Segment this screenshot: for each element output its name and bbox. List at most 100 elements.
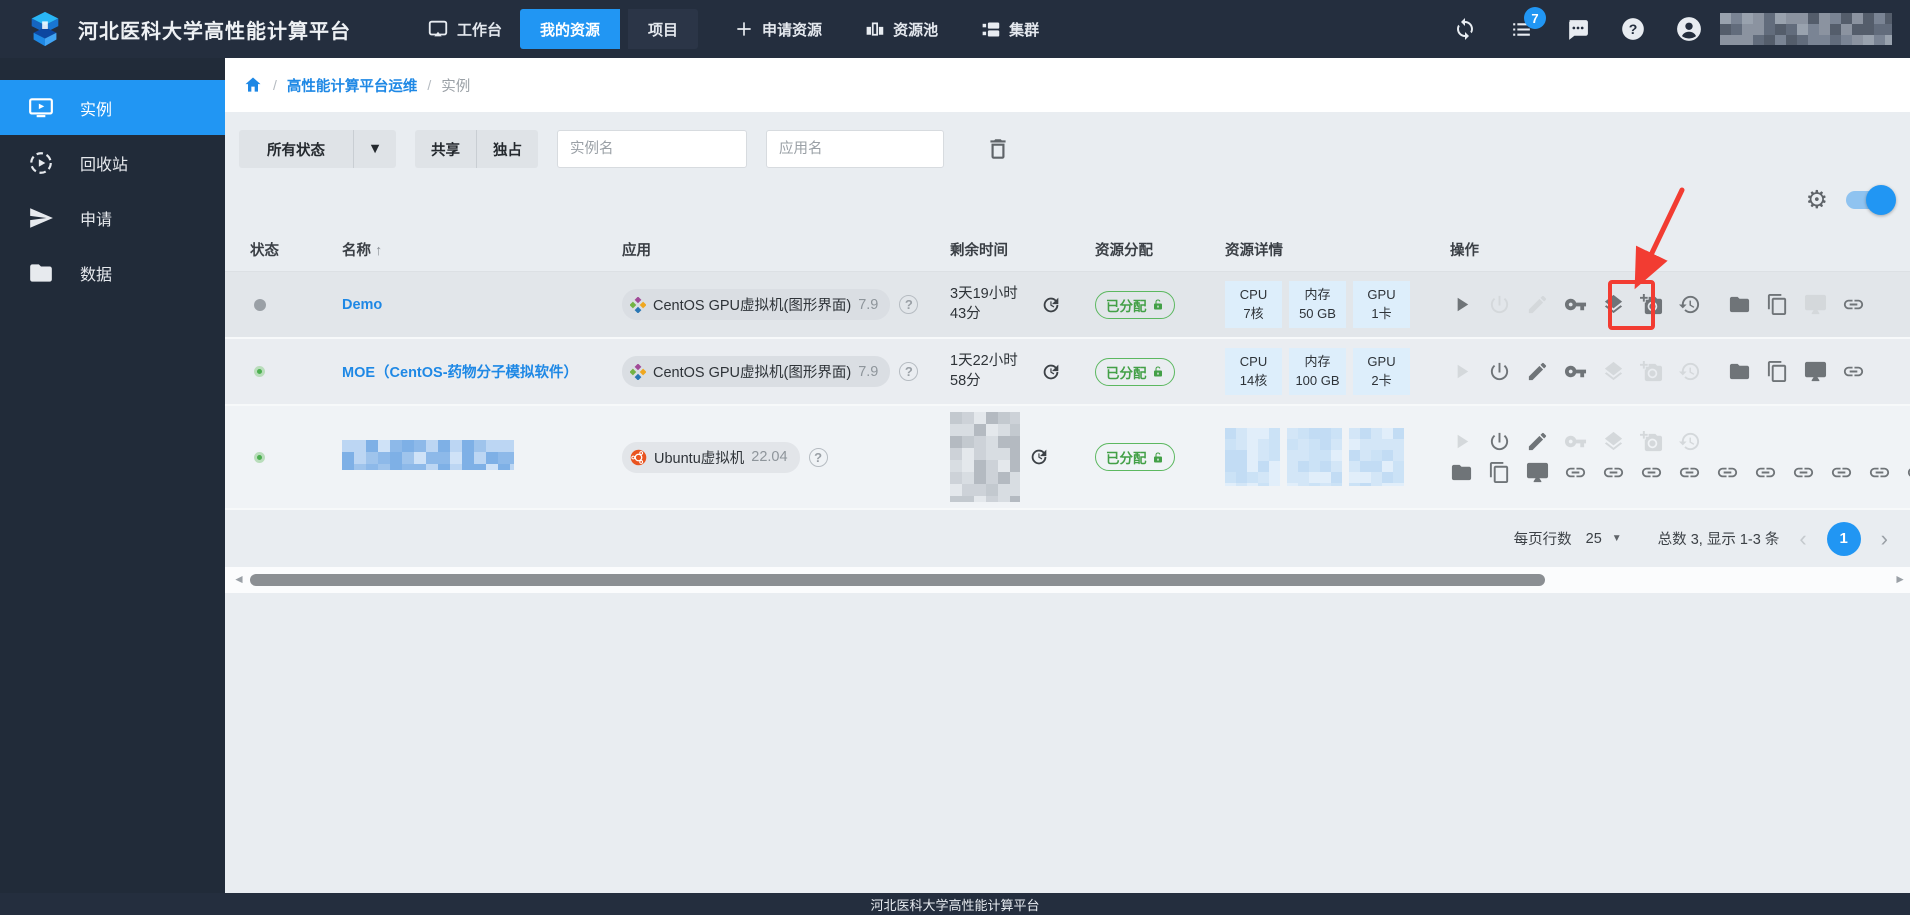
instance-name-input[interactable] — [557, 130, 747, 168]
nav-cluster[interactable]: 集群 — [970, 9, 1049, 50]
sidebar-item-recycle-bin[interactable]: 回收站 — [0, 135, 225, 190]
power-action-icon[interactable] — [1488, 430, 1511, 453]
history-action-icon[interactable] — [1678, 293, 1701, 316]
link-action-icon[interactable] — [1602, 461, 1625, 484]
key-action-icon — [1564, 430, 1587, 453]
instance-name-blurred — [342, 439, 514, 470]
table-row: MOE（CentOS-药物分子模拟软件） CentOS GPU虚拟机(图形界面)… — [225, 339, 1910, 406]
view-toggle-switch[interactable] — [1846, 185, 1896, 215]
sidebar: 实例 回收站 申请 数据 — [0, 58, 225, 893]
history-action-icon — [1678, 430, 1701, 453]
resource-chip: 内存 50 GB — [1289, 280, 1346, 329]
renew-time-icon[interactable] — [1040, 361, 1062, 383]
folder-action-icon[interactable] — [1728, 293, 1751, 316]
col-name[interactable]: 名称 ↑ — [342, 239, 622, 260]
user-avatar[interactable] — [1676, 16, 1702, 42]
prev-page-button[interactable]: ‹ — [1793, 527, 1812, 550]
pagination-bar: 每页行数 25 ▼ 总数 3, 显示 1-3 条 ‹ 1 › — [225, 510, 1910, 567]
link-action-icon[interactable] — [1842, 360, 1865, 383]
nav-my-resources[interactable]: 我的资源 — [520, 9, 621, 49]
rows-per-page-select[interactable]: 25 — [1586, 531, 1602, 547]
sidebar-item-data[interactable]: 数据 — [0, 245, 225, 300]
shared-button[interactable]: 共享 — [415, 130, 476, 168]
lock-icon — [1153, 452, 1162, 462]
edit-action-icon[interactable] — [1526, 430, 1549, 453]
app-help-icon[interactable]: ? — [899, 295, 919, 314]
sidebar-item-apply[interactable]: 申请 — [0, 190, 225, 245]
nav-projects[interactable]: 项目 — [628, 9, 699, 49]
remaining-time: 1天22小时58分 — [950, 352, 1018, 389]
power-action-icon — [1488, 293, 1511, 316]
task-list-button[interactable]: 7 — [1508, 7, 1546, 42]
power-action-icon[interactable] — [1488, 360, 1511, 383]
link-action-icon[interactable] — [1564, 461, 1587, 484]
copy-action-icon[interactable] — [1766, 293, 1789, 316]
link-action-icon[interactable] — [1678, 461, 1701, 484]
allocation-badge: 已分配 — [1095, 357, 1175, 386]
app-help-icon[interactable]: ? — [899, 362, 919, 381]
status-dot-running — [254, 451, 265, 463]
sort-ascending-icon: ↑ — [375, 243, 383, 259]
nav-workbench[interactable]: 工作台 — [417, 8, 512, 50]
key-action-icon[interactable] — [1564, 360, 1587, 383]
link-action-icon[interactable] — [1640, 461, 1663, 484]
rows-per-page-label: 每页行数 — [1513, 532, 1572, 548]
refresh-button[interactable] — [1452, 16, 1478, 42]
scroll-left-arrow[interactable]: ◄ — [233, 572, 245, 586]
scrollbar-thumb[interactable] — [250, 574, 1545, 586]
home-icon[interactable] — [243, 75, 263, 95]
gear-icon[interactable]: ⚙ — [1806, 187, 1828, 213]
monitor-action-icon — [1804, 293, 1827, 316]
col-status: 状态 — [250, 243, 279, 259]
status-dropdown[interactable]: 所有状态 ▼ — [239, 130, 396, 168]
clear-filters-trash-icon[interactable] — [985, 136, 1011, 162]
col-resources: 资源详情 — [1225, 243, 1283, 259]
renew-time-icon[interactable] — [1040, 294, 1062, 316]
help-button[interactable]: ? — [1620, 16, 1646, 42]
copy-action-icon[interactable] — [1766, 360, 1789, 383]
filter-bar: 所有状态 ▼ 共享 独占 — [225, 130, 1910, 168]
allocation-badge: 已分配 — [1095, 443, 1175, 471]
link-action-icon[interactable] — [1830, 461, 1853, 484]
edit-action-icon[interactable] — [1526, 360, 1549, 383]
scroll-right-arrow[interactable]: ► — [1894, 572, 1906, 586]
monitor-action-icon[interactable] — [1804, 360, 1827, 383]
monitor-action-icon[interactable] — [1526, 461, 1549, 484]
app-pill: CentOS GPU虚拟机(图形界面) 7.9 — [622, 289, 891, 320]
layers-action-icon — [1602, 430, 1625, 453]
data-folder-icon — [30, 263, 52, 282]
resource-chip: CPU 14核 — [1225, 347, 1282, 396]
link-action-icon[interactable] — [1868, 461, 1891, 484]
link-action-icon[interactable] — [1792, 461, 1815, 484]
copy-action-icon[interactable] — [1488, 461, 1511, 484]
folder-action-icon[interactable] — [1728, 360, 1751, 383]
table-row: Ubuntu虚拟机 22.04 ? 已分配 — [225, 406, 1910, 510]
instance-name-link[interactable]: MOE（CentOS-药物分子模拟软件） — [342, 365, 578, 381]
remaining-time-blurred — [950, 412, 1020, 502]
folder-action-icon[interactable] — [1450, 461, 1473, 484]
lock-icon — [1153, 366, 1162, 377]
nav-apply-resources[interactable]: 申请资源 — [724, 9, 832, 50]
nav-resource-pool[interactable]: 资源池 — [854, 9, 948, 50]
link-action-icon[interactable] — [1716, 461, 1739, 484]
play-action-icon[interactable] — [1450, 293, 1473, 316]
camera-action-icon — [1640, 360, 1663, 383]
key-action-icon[interactable] — [1564, 293, 1587, 316]
next-page-button[interactable]: › — [1875, 527, 1894, 550]
platform-title: 河北医科大学高性能计算平台 — [78, 20, 351, 43]
page-number-button[interactable]: 1 — [1826, 521, 1861, 556]
messages-button[interactable] — [1564, 16, 1590, 42]
sidebar-item-instances[interactable]: 实例 — [0, 80, 225, 135]
paper-plane-icon — [30, 207, 53, 228]
remaining-time: 3天19小时43分 — [950, 285, 1018, 322]
exclusive-button[interactable]: 独占 — [477, 130, 538, 168]
app-help-icon[interactable]: ? — [808, 447, 828, 467]
breadcrumb-link[interactable]: 高性能计算平台运维 — [287, 75, 418, 96]
renew-time-icon[interactable] — [1028, 446, 1050, 468]
app-name-input[interactable] — [766, 130, 944, 168]
instance-name-link[interactable]: Demo — [342, 297, 382, 313]
link-action-icon[interactable] — [1906, 461, 1910, 484]
play-action-icon — [1450, 360, 1473, 383]
link-action-icon[interactable] — [1754, 461, 1777, 484]
link-action-icon[interactable] — [1842, 293, 1865, 316]
